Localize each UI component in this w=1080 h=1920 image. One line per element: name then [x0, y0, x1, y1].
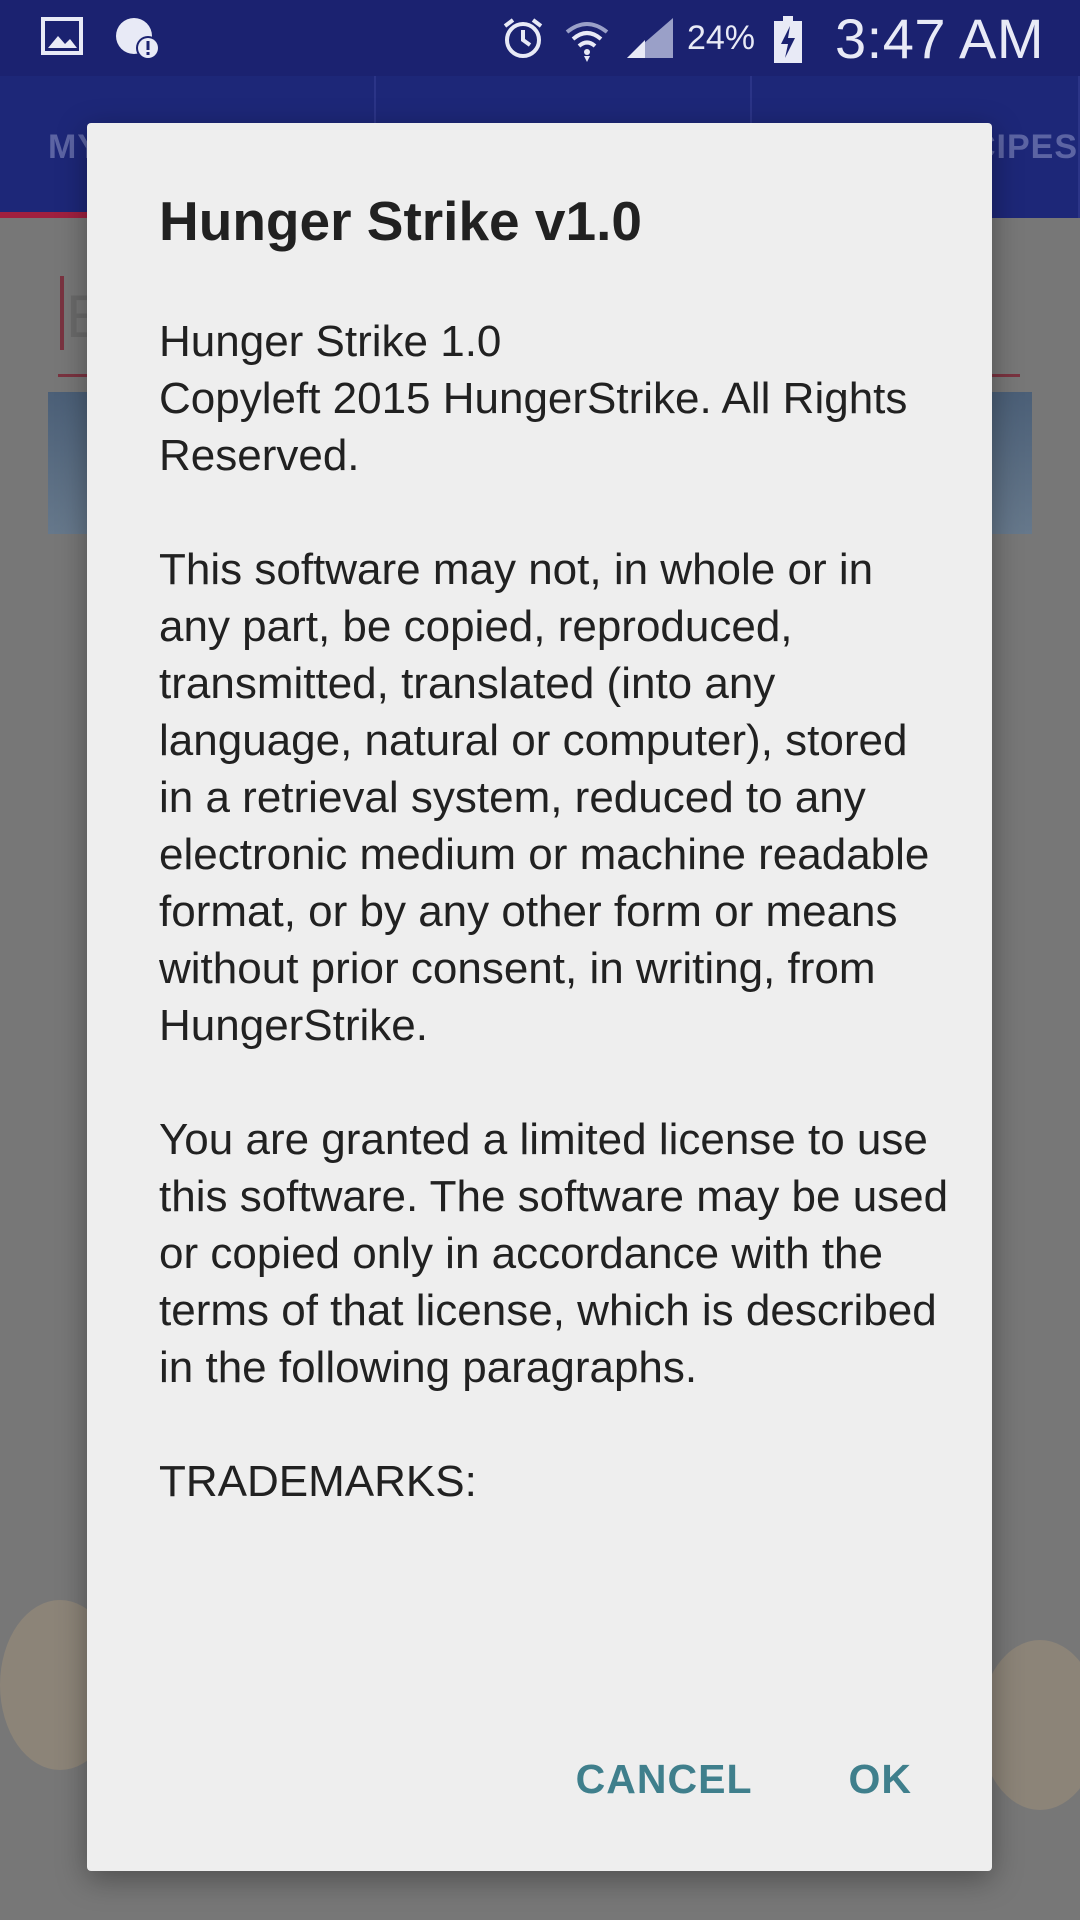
dialog-title: Hunger Strike v1.0 — [159, 190, 642, 252]
license-dialog: Hunger Strike v1.0 Hunger Strike 1.0 Cop… — [87, 123, 992, 1871]
dialog-paragraph-restrictions: This software may not, in whole or in an… — [159, 545, 930, 1050]
signal-icon — [625, 16, 673, 60]
status-bar: 24% 3:47 AM — [0, 0, 1080, 76]
dialog-message: Hunger Strike 1.0 Copyleft 2015 HungerSt… — [159, 313, 949, 1510]
dialog-paragraph-license: You are granted a limited license to use… — [159, 1115, 949, 1392]
alert-icon — [112, 14, 160, 60]
alarm-icon — [501, 16, 545, 60]
text-cursor — [60, 276, 64, 350]
cancel-button[interactable]: CANCEL — [556, 1748, 773, 1811]
dialog-paragraph-trademarks: TRADEMARKS: — [159, 1457, 477, 1506]
ok-button[interactable]: OK — [829, 1748, 933, 1811]
clock: 3:47 AM — [835, 6, 1044, 70]
dialog-paragraph-header: Hunger Strike 1.0 Copyleft 2015 HungerSt… — [159, 317, 908, 480]
battery-charging-icon — [773, 16, 817, 63]
battery-percent: 24% — [686, 18, 756, 57]
dialog-actions: CANCEL OK — [556, 1739, 932, 1819]
gallery-icon — [40, 14, 84, 58]
wifi-icon — [563, 16, 609, 62]
